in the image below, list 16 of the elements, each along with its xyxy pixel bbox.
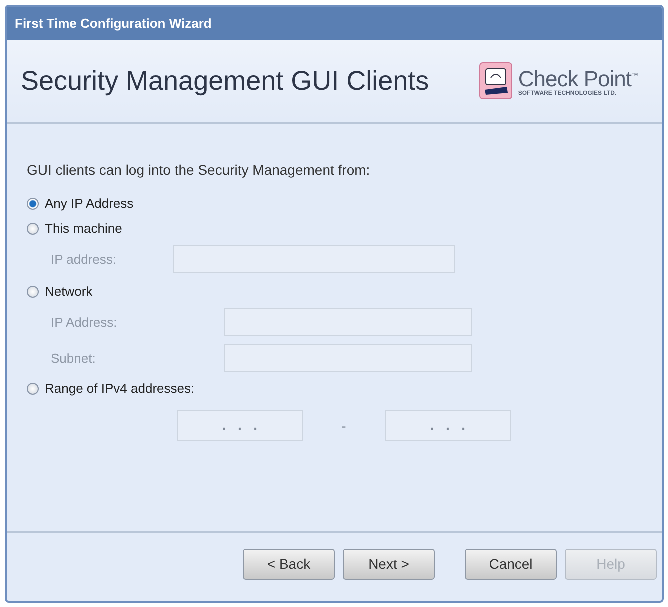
radio-option[interactable]: Network xyxy=(27,284,93,299)
radio-option[interactable]: Range of IPv4 addresses: xyxy=(27,381,195,396)
window-title: First Time Configuration Wizard xyxy=(15,16,212,31)
radio-option[interactable]: Any IP Address xyxy=(27,196,134,211)
wizard-button[interactable]: Cancel xyxy=(465,548,557,580)
range-separator: - xyxy=(340,418,348,434)
computer-logo-icon xyxy=(479,62,514,100)
field-label: IP Address: xyxy=(51,314,118,330)
field-label: IP address: xyxy=(51,252,118,266)
field-label: Subnet: xyxy=(51,350,97,366)
page-title: Security Management GUI Clients xyxy=(21,66,430,96)
wizard-button[interactable]: < Back xyxy=(243,548,335,580)
wizard-button[interactable]: Next > xyxy=(343,548,435,580)
logo-name: Check Point$^{™}$ xyxy=(518,65,638,92)
intro-text: GUI clients can log into the Security Management from: xyxy=(27,162,372,178)
radio-option[interactable]: This machine xyxy=(27,221,122,236)
